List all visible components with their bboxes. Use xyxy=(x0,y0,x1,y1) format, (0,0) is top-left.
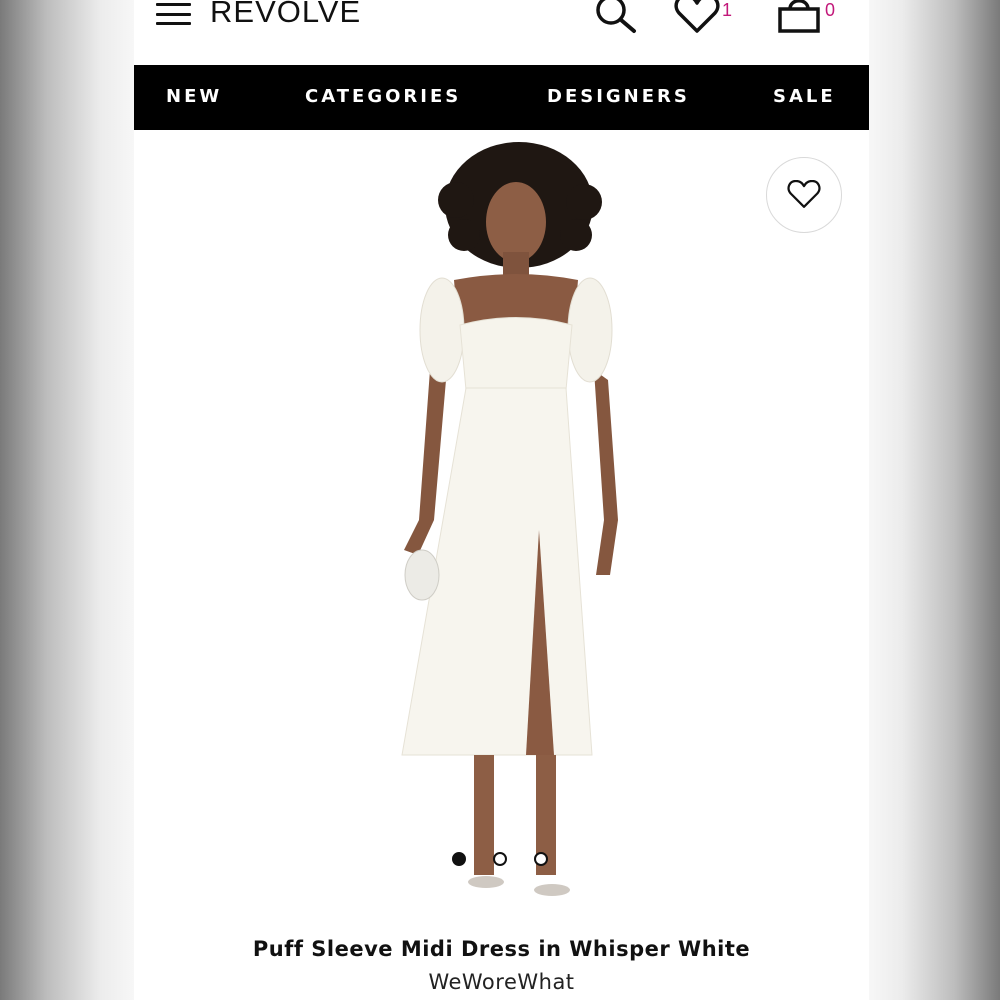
right-background xyxy=(869,0,1000,1000)
nav-item-designers[interactable]: DESIGNERS xyxy=(547,86,690,107)
search-icon[interactable] xyxy=(594,0,638,34)
wishlist-count: 1 xyxy=(722,0,733,20)
nav-item-categories[interactable]: CATEGORIES xyxy=(305,86,461,107)
product-title: Puff Sleeve Midi Dress in Whisper White xyxy=(252,937,751,961)
nav-item-sale[interactable]: SALE xyxy=(773,86,836,107)
shopping-bag-icon[interactable] xyxy=(777,0,821,34)
hamburger-menu-icon[interactable] xyxy=(156,3,191,25)
carousel-dot[interactable] xyxy=(534,852,548,866)
nav-item-new[interactable]: NEW xyxy=(166,86,222,107)
carousel-dot[interactable] xyxy=(452,852,466,866)
product-image-carousel[interactable] xyxy=(134,130,869,925)
site-header: REVOLVE 1 0 xyxy=(134,0,869,65)
site-logo[interactable]: REVOLVE xyxy=(210,0,361,30)
main-navigation: NEW CATEGORIES DESIGNERS SALE xyxy=(134,65,869,130)
bag-count: 0 xyxy=(825,0,836,20)
left-background xyxy=(0,0,134,1000)
product-brand-link[interactable]: WeWoreWhat xyxy=(134,970,869,994)
product-page: REVOLVE 1 0 NEW CATEGORIES DESIGNERS SAL… xyxy=(134,0,869,1000)
wishlist-heart-icon[interactable] xyxy=(674,0,720,34)
carousel-dot[interactable] xyxy=(493,852,507,866)
favorite-button[interactable] xyxy=(766,157,842,233)
heart-icon xyxy=(787,180,821,208)
product-photo xyxy=(401,142,618,896)
